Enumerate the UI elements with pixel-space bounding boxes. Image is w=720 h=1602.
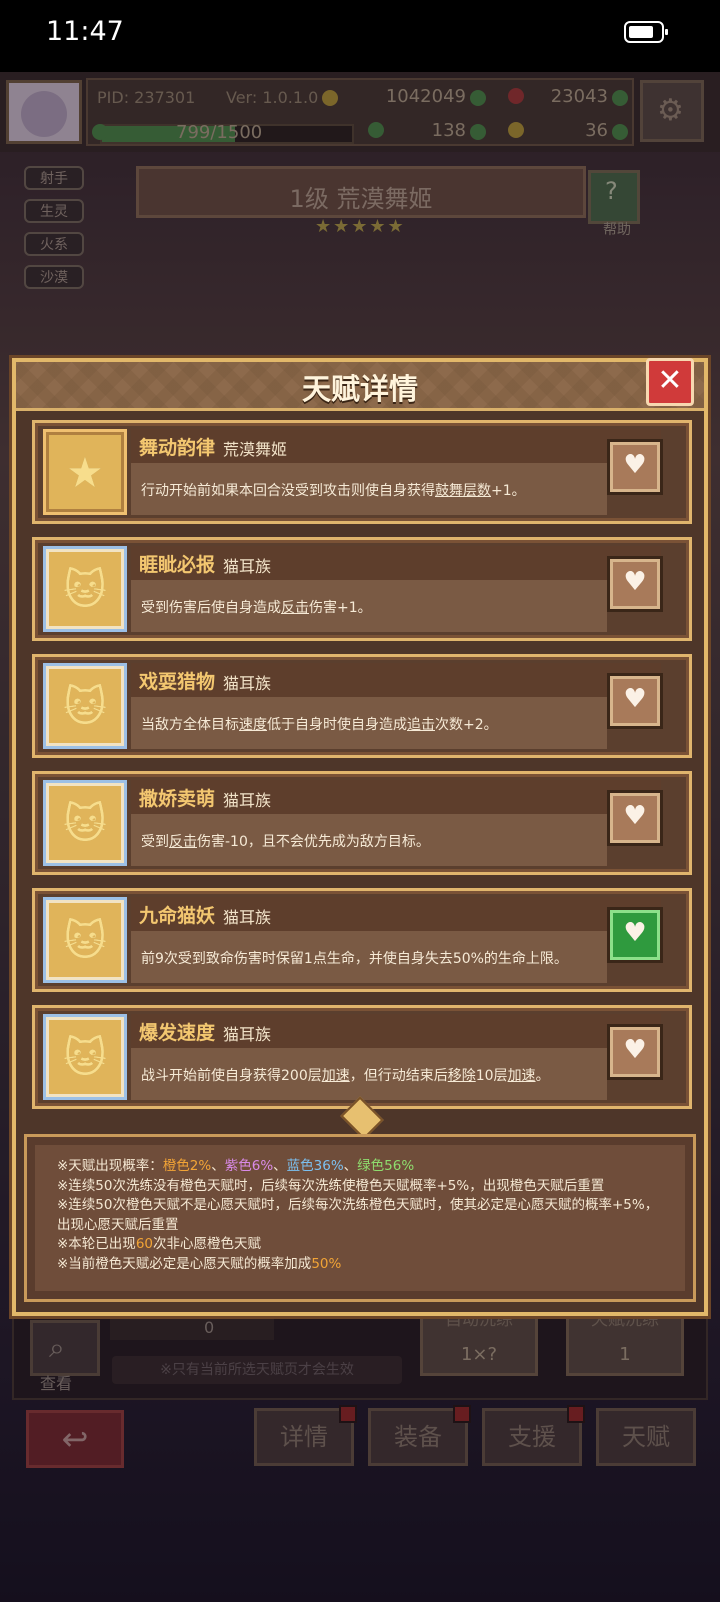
note-orange-pity: ※连续50次洗练没有橙色天赋时，后续每次洗练使橙色天赋概率+5%，出现橙色天赋后… <box>57 1177 605 1194</box>
note4-post: 次非心愿橙色天赋 <box>153 1236 261 1252</box>
note-wish-pity: ※连续50次橙色天赋不是心愿天赋时，后续每次洗练橙色天赋时，使其必定是心愿天赋的… <box>57 1197 659 1233</box>
description-text: 10层 <box>475 1068 508 1084</box>
talent-description: 前9次受到致命伤害时保留1点生命，并使自身失去50%的生命上限。 <box>141 948 568 968</box>
talent-tribe: 猫耳族 <box>223 1025 272 1044</box>
heart-icon: ♥ <box>623 684 647 714</box>
keyword-link[interactable]: 追击 <box>407 717 435 733</box>
talent-description: 战斗开始前使自身获得200层加速，但行动结束后移除10层加速。 <box>141 1065 550 1085</box>
description-text: 伤害+1。 <box>309 600 372 616</box>
keyword-link[interactable]: 移除 <box>448 1068 476 1084</box>
status-bar: 11:47 <box>0 0 720 72</box>
keyword-link[interactable]: 速度 <box>239 717 267 733</box>
prob-blue: 蓝色36% <box>286 1158 344 1174</box>
notes-lines: ※天赋出现概率：橙色2%、紫色6%、蓝色36%、绿色56% ※连续50次洗练没有… <box>57 1157 667 1274</box>
keyword-link[interactable]: 反击 <box>281 600 309 616</box>
talent-icon-frame: 🐱 <box>43 546 127 632</box>
description-text: 次数+2。 <box>435 717 498 733</box>
description-text: 当敌方全体目标 <box>141 717 239 733</box>
note-probability: ※天赋出现概率：橙色2%、紫色6%、蓝色36%、绿色56% <box>57 1157 667 1177</box>
note-wish-bonus: ※当前橙色天赋必定是心愿天赋的概率加成50% <box>57 1255 667 1275</box>
talent-card[interactable]: 🐱 撒娇卖萌 猫耳族受到反击伤害-10，且不会优先成为敌方目标。 ♥ <box>32 771 692 875</box>
description-text: 受到伤害后使自身造成 <box>141 600 281 616</box>
talent-name: 九命猫妖 <box>139 905 216 927</box>
talent-card[interactable]: 🐱 九命猫妖 猫耳族前9次受到致命伤害时保留1点生命，并使自身失去50%的生命上限。… <box>32 888 692 992</box>
description-text: 低于自身时使自身造成 <box>267 717 407 733</box>
talent-name: 爆发速度 <box>139 1022 216 1044</box>
talent-card[interactable]: 🐱 爆发速度 猫耳族 战斗开始前使自身获得200层加速，但行动结束后移除10层加速。 ♥ <box>32 1005 692 1109</box>
heart-icon: ♥ <box>623 450 647 480</box>
keyword-link[interactable]: 加速 <box>322 1068 350 1084</box>
talent-name: 撒娇卖萌 <box>139 788 216 810</box>
sep: 、 <box>211 1158 225 1174</box>
wish-toggle[interactable]: ♥ <box>607 673 663 729</box>
talent-name: 戏耍猎物 <box>139 671 216 693</box>
cat-icon: 🐱 <box>63 799 107 848</box>
note4-pre: ※本轮已出现 <box>57 1236 136 1252</box>
note-prob-label: ※天赋出现概率： <box>57 1158 163 1174</box>
talent-tribe: 猫耳族 <box>223 908 272 927</box>
wish-toggle[interactable]: ♥ <box>607 790 663 846</box>
description-text: 战斗开始前使自身获得200层 <box>141 1068 322 1084</box>
heart-icon: ♥ <box>623 801 647 831</box>
talent-detail-modal: 天赋详情 ★ 舞动韵律 荒漠舞姬行动开始前如果本回合没受到攻击则使自身获得鼓舞层数+… <box>12 358 708 1316</box>
keyword-link[interactable]: 鼓舞层数 <box>435 483 491 499</box>
battery-icon <box>624 21 668 43</box>
talent-icon-frame: 🐱 <box>43 663 127 749</box>
cat-icon: 🐱 <box>63 682 107 731</box>
talent-list: ★ 舞动韵律 荒漠舞姬行动开始前如果本回合没受到攻击则使自身获得鼓舞层数+1。 ♥ 🐱 睚… <box>32 420 692 1122</box>
talent-description: 行动开始前如果本回合没受到攻击则使自身获得鼓舞层数+1。 <box>141 480 526 500</box>
cat-icon: 🐱 <box>63 1033 107 1082</box>
note5-num: 50% <box>311 1255 342 1272</box>
note-round-count: ※本轮已出现60次非心愿橙色天赋 <box>57 1235 667 1255</box>
description-text: +1。 <box>491 483 526 499</box>
note4-num: 60 <box>135 1236 153 1252</box>
wish-toggle[interactable]: ♥ <box>607 1024 663 1080</box>
talent-tribe: 猫耳族 <box>223 674 272 693</box>
modal-header: 天赋详情 <box>16 362 704 411</box>
prob-green: 绿色56% <box>357 1158 415 1174</box>
cat-icon: 🐱 <box>63 565 107 614</box>
cat-icon: 🐱 <box>63 916 107 965</box>
talent-tribe: 猫耳族 <box>223 557 272 576</box>
description-text: 受到 <box>141 834 169 850</box>
talent-tribe: 荒漠舞姬 <box>223 440 288 459</box>
talent-description: 受到伤害后使自身造成反击伤害+1。 <box>141 597 372 617</box>
keyword-link[interactable]: 反击 <box>169 834 197 850</box>
talent-notes: ※天赋出现概率：橙色2%、紫色6%、蓝色36%、绿色56% ※连续50次洗练没有… <box>24 1134 696 1302</box>
wish-toggle[interactable]: ♥ <box>607 907 663 963</box>
talent-icon-frame: 🐱 <box>43 780 127 866</box>
talent-description: 受到反击伤害-10，且不会优先成为敌方目标。 <box>141 831 430 851</box>
star-icon: ★ <box>66 448 104 497</box>
description-text: 伤害-10，且不会优先成为敌方目标。 <box>197 834 430 850</box>
talent-card[interactable]: ★ 舞动韵律 荒漠舞姬行动开始前如果本回合没受到攻击则使自身获得鼓舞层数+1。 ♥ <box>32 420 692 524</box>
sep: 、 <box>343 1158 358 1174</box>
talent-name: 舞动韵律 <box>139 437 216 459</box>
heart-icon: ♥ <box>623 1035 647 1065</box>
sep: 、 <box>273 1158 287 1174</box>
description-text: 前9次受到致命伤害时保留1点生命，并使自身失去50%的生命上限。 <box>141 951 568 967</box>
talent-icon-frame: 🐱 <box>43 1014 127 1100</box>
close-icon: ✕ <box>657 363 683 398</box>
status-time: 11:47 <box>46 16 124 47</box>
close-button[interactable]: ✕ <box>646 358 694 406</box>
wish-toggle[interactable]: ♥ <box>607 556 663 612</box>
talent-icon-frame: 🐱 <box>43 897 127 983</box>
description-text: ，但行动结束后 <box>349 1068 448 1084</box>
talent-card[interactable]: 🐱 戏耍猎物 猫耳族当敌方全体目标速度低于自身时使自身造成追击次数+2。 ♥ <box>32 654 692 758</box>
prob-orange: 橙色2% <box>162 1158 212 1174</box>
talent-icon-frame: ★ <box>43 429 127 515</box>
talent-card[interactable]: 🐱 睚眦必报 猫耳族受到伤害后使自身造成反击伤害+1。 ♥ <box>32 537 692 641</box>
talent-tribe: 猫耳族 <box>223 791 272 810</box>
modal-title: 天赋详情 <box>301 372 418 406</box>
heart-icon: ♥ <box>623 567 647 597</box>
note5-pre: ※当前橙色天赋必定是心愿天赋的概率加成 <box>57 1255 312 1272</box>
heart-icon: ♥ <box>623 918 647 948</box>
talent-description: 当敌方全体目标速度低于自身时使自身造成追击次数+2。 <box>141 714 498 734</box>
description-text: 。 <box>535 1068 550 1084</box>
talent-name: 睚眦必报 <box>139 554 216 576</box>
description-text: 行动开始前如果本回合没受到攻击则使自身获得 <box>141 483 435 499</box>
prob-purple: 紫色6% <box>224 1158 274 1174</box>
keyword-link[interactable]: 加速 <box>508 1068 536 1084</box>
wish-toggle[interactable]: ♥ <box>607 439 663 495</box>
